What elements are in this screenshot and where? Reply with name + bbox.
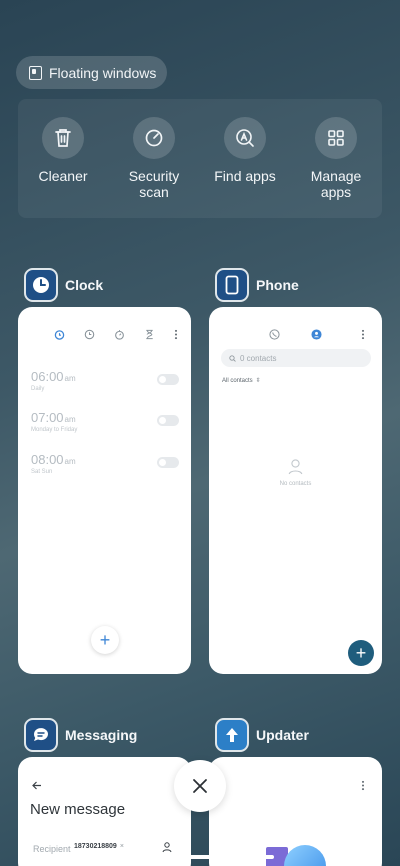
updater-illustration-circle xyxy=(284,845,326,866)
more-options-icon[interactable] xyxy=(174,329,178,340)
alarm-ampm: am xyxy=(64,415,76,424)
updater-app-card[interactable] xyxy=(209,757,382,866)
floating-windows-label: Floating windows xyxy=(49,64,157,81)
quick-tools-panel: Cleaner Security scan Find apps Manage a… xyxy=(18,99,382,218)
recipient-number: 18730218809 xyxy=(74,843,117,850)
clock-app-name: Clock xyxy=(65,277,104,293)
plus-icon: + xyxy=(99,630,111,650)
timer-tab-icon[interactable] xyxy=(144,329,155,340)
more-options-icon[interactable] xyxy=(361,329,365,340)
manage-apps-button[interactable]: Manage apps xyxy=(291,117,381,200)
security-icon xyxy=(133,117,175,159)
alarm-toggle[interactable] xyxy=(157,415,179,426)
stopwatch-tab-icon[interactable] xyxy=(114,329,125,340)
clock-app-header[interactable]: Clock xyxy=(24,268,103,302)
phone-app-icon xyxy=(215,268,249,302)
manage-apps-label: Manage apps xyxy=(310,168,362,200)
alarm-ampm: am xyxy=(64,457,76,466)
alarm-toggle[interactable] xyxy=(157,457,179,468)
chevron-updown-icon: ⇳ xyxy=(255,378,261,384)
messaging-app-icon xyxy=(24,718,58,752)
alarm-repeat: Sat Sun xyxy=(31,469,53,475)
alarm-item[interactable]: 07:00am Monday to Friday xyxy=(31,410,179,433)
security-scan-button[interactable]: Security scan xyxy=(109,117,199,200)
home-indicator[interactable] xyxy=(127,855,274,859)
floating-windows-button[interactable]: Floating windows xyxy=(16,56,167,89)
messaging-app-header[interactable]: Messaging xyxy=(24,718,137,752)
search-icon xyxy=(229,354,236,362)
plus-icon: + xyxy=(355,643,367,663)
recipient-label: Recipient xyxy=(33,844,71,854)
back-arrow-icon[interactable] xyxy=(32,781,42,790)
messaging-app-name: Messaging xyxy=(65,727,138,743)
more-options-icon[interactable] xyxy=(361,780,365,791)
new-message-title: New message xyxy=(30,801,126,818)
grid-icon xyxy=(315,117,357,159)
alarm-toggle[interactable] xyxy=(157,374,179,385)
contacts-filter-dropdown[interactable]: All contacts ⇳ xyxy=(222,377,261,385)
clock-tabs xyxy=(54,329,178,340)
phone-app-name: Phone xyxy=(256,277,299,293)
close-icon xyxy=(193,779,207,793)
alarm-repeat: Monday to Friday xyxy=(31,427,78,433)
messaging-app-card[interactable]: New message Recipient 18730218809 × xyxy=(18,757,191,866)
clear-all-recents-button[interactable] xyxy=(174,760,226,812)
security-scan-label: Security scan xyxy=(128,168,180,200)
alarm-item[interactable]: 06:00am Daily xyxy=(31,369,179,392)
recipient-chip[interactable]: 18730218809 × xyxy=(74,843,124,850)
filter-label: All contacts xyxy=(222,377,253,384)
cleaner-label: Cleaner xyxy=(38,168,88,184)
add-alarm-button[interactable]: + xyxy=(91,626,119,654)
call-log-tab-icon[interactable] xyxy=(269,329,280,340)
find-apps-label: Find apps xyxy=(214,168,276,184)
alarm-time: 07:00 xyxy=(31,410,64,425)
empty-state-text: No contacts xyxy=(279,481,312,487)
add-contact-button[interactable]: + xyxy=(348,640,374,666)
find-apps-icon xyxy=(224,117,266,159)
alarm-ampm: am xyxy=(64,374,76,383)
alarm-time: 08:00 xyxy=(31,452,64,467)
alarm-repeat: Daily xyxy=(31,386,45,392)
trash-icon xyxy=(42,117,84,159)
phone-app-card[interactable]: 0 contacts All contacts ⇳ No contacts + xyxy=(209,307,382,674)
alarm-time: 06:00 xyxy=(31,369,64,384)
floating-windows-icon xyxy=(29,65,42,80)
phone-app-header[interactable]: Phone xyxy=(215,268,299,302)
world-clock-tab-icon[interactable] xyxy=(84,329,95,340)
find-apps-button[interactable]: Find apps xyxy=(200,117,290,184)
remove-recipient-icon[interactable]: × xyxy=(120,843,124,850)
updater-app-header[interactable]: Updater xyxy=(215,718,309,752)
contact-picker-icon[interactable] xyxy=(162,842,172,853)
updater-app-name: Updater xyxy=(256,727,309,743)
clock-app-card[interactable]: 06:00am Daily 07:00am Monday to Friday 0… xyxy=(18,307,191,674)
alarm-tab-icon[interactable] xyxy=(54,329,65,340)
clock-app-icon xyxy=(24,268,58,302)
search-placeholder: 0 contacts xyxy=(240,353,277,363)
contacts-tab-icon[interactable] xyxy=(311,329,322,340)
cleaner-button[interactable]: Cleaner xyxy=(18,117,108,184)
person-placeholder-icon xyxy=(288,459,303,475)
alarm-item[interactable]: 08:00am Sat Sun xyxy=(31,452,179,475)
updater-app-icon xyxy=(215,718,249,752)
contacts-search-input[interactable]: 0 contacts xyxy=(221,349,371,367)
